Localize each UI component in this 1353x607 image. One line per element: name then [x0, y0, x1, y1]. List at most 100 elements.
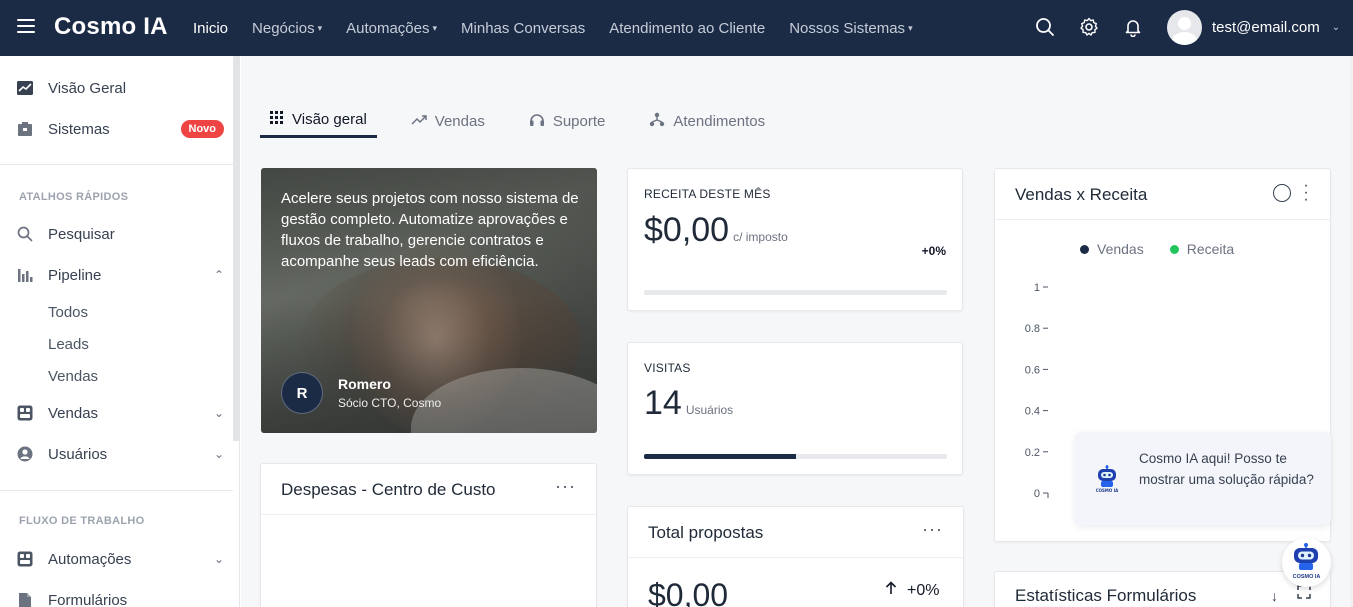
proposals-value: $0,00 [648, 577, 729, 607]
tab-label: Vendas [434, 112, 485, 130]
search-icon[interactable] [1034, 16, 1056, 38]
nav-atendimento[interactable]: Atendimento ao Cliente [609, 20, 765, 37]
nav-nossos-sistemas[interactable]: Nossos Sistemas ▾ [789, 20, 912, 37]
robot-icon: COSMO IA [1095, 465, 1119, 498]
sidebar-item-label: Sistemas [48, 120, 110, 138]
gear-icon[interactable] [1078, 16, 1100, 38]
headset-icon [529, 112, 545, 131]
sidebar-subitem-vendas[interactable]: Vendas [48, 368, 98, 385]
trend-up-icon [411, 113, 427, 130]
chatbot-bubble[interactable]: COSMO IA Cosmo IA aqui! Posso te mostrar… [1075, 432, 1331, 525]
sidebar-subitem-leads[interactable]: Leads [48, 336, 89, 353]
sidebar-item-label: Pesquisar [48, 225, 115, 243]
caret-down-icon: ▾ [317, 22, 323, 33]
sidebar-item-usuarios[interactable]: Usuários ⌄ [16, 445, 224, 463]
tab-visao-geral[interactable]: Visão geral [260, 104, 377, 138]
visits-progress [644, 454, 947, 459]
revenue-card: RECEITA DESTE MÊS $0,00 c/ imposto +0% [627, 168, 963, 311]
nav-negocios[interactable]: Negócios ▾ [252, 20, 322, 37]
tab-atendimentos[interactable]: Atendimentos [639, 104, 775, 138]
box-icon [16, 120, 34, 138]
user-menu[interactable]: test@email.com ⌄ [1167, 10, 1340, 45]
dashboard-icon [16, 404, 34, 422]
grid-icon [270, 110, 284, 129]
visits-label: VISITAS [644, 361, 691, 375]
chevron-down-icon: ⌄ [213, 406, 224, 420]
top-navbar: Cosmo IA Inicio Negócios ▾ Automações ▾ Mi… [0, 0, 1353, 56]
nav-label: Minhas Conversas [461, 19, 586, 37]
sidebar-item-label: Pipeline [48, 266, 102, 284]
nav-automacoes[interactable]: Automações ▾ [346, 20, 437, 37]
bell-icon[interactable] [1122, 16, 1144, 38]
sidebar-item-sistemas[interactable]: Sistemas Novo [16, 120, 224, 138]
brand-logo[interactable]: Cosmo IA [54, 13, 168, 41]
sidebar: Visão Geral Sistemas Novo ATALHOS RÁPIDO… [0, 56, 240, 607]
chatbot-launcher[interactable]: COSMO IA [1282, 538, 1331, 587]
more-options-icon[interactable]: ··· [922, 519, 943, 540]
network-icon [649, 112, 665, 131]
expenses-title: Despesas - Centro de Custo [281, 480, 496, 499]
sidebar-scrollbar[interactable] [233, 56, 240, 441]
sidebar-item-pesquisar[interactable]: Pesquisar [16, 225, 224, 243]
tab-label: Suporte [552, 112, 606, 130]
legend-label: Receita [1186, 241, 1235, 257]
proposals-pct: +0% [907, 581, 940, 599]
sidebar-item-label: Automações [48, 550, 132, 568]
y-tick-label: 0.4 [1025, 406, 1040, 418]
chevron-down-icon: ⌄ [213, 447, 224, 461]
revenue-unit: c/ imposto [733, 230, 788, 244]
legend-item-receita[interactable]: Receita [1169, 241, 1235, 257]
search-icon [16, 225, 34, 243]
divider [995, 219, 1330, 220]
legend-dot [1080, 244, 1089, 254]
legend-dot [1169, 244, 1179, 254]
arrow-down-icon[interactable]: ↓ [1271, 588, 1278, 604]
section-title-workflow: FLUXO DE TRABALHO [19, 515, 145, 527]
avatar: R [281, 372, 323, 414]
testimonial-author: Romero [338, 376, 391, 392]
svg-text:COSMO IA: COSMO IA [1096, 488, 1119, 493]
loading-circle-icon[interactable] [1273, 184, 1291, 202]
y-tick-label: 0.6 [1025, 364, 1040, 376]
kebab-menu-icon[interactable]: · · · [1303, 178, 1309, 208]
caret-down-icon: ▾ [432, 22, 438, 33]
more-options-icon[interactable]: ··· [555, 476, 576, 497]
tab-vendas[interactable]: Vendas [401, 104, 495, 138]
sidebar-item-automacoes[interactable]: Automações ⌄ [16, 550, 224, 568]
dashboard-tabs: Visão geral Vendas Suporte Atendimentos [260, 104, 775, 138]
visits-count: 14 [644, 384, 682, 422]
proposals-change: +0% [885, 581, 939, 600]
testimonial-role: Sócio CTO, Cosmo [338, 396, 442, 410]
chevron-down-icon: ⌄ [213, 552, 224, 566]
sidebar-item-pipeline[interactable]: Pipeline ⌃ [16, 266, 224, 284]
legend-item-vendas[interactable]: Vendas [1080, 241, 1144, 257]
chart-title: Vendas x Receita [1015, 185, 1148, 204]
nav-label: Atendimento ao Cliente [609, 19, 766, 37]
avatar [1167, 10, 1202, 45]
legend-label: Vendas [1097, 241, 1144, 257]
sidebar-item-vendas[interactable]: Vendas ⌄ [16, 404, 224, 422]
tab-suporte[interactable]: Suporte [519, 104, 616, 138]
sidebar-subitem-todos[interactable]: Todos [48, 304, 88, 321]
sidebar-item-formularios[interactable]: Formulários [16, 591, 224, 607]
main-nav: Inicio Negócios ▾ Automações ▾ Minhas Conv… [193, 0, 913, 56]
nav-label: Negócios [252, 19, 315, 37]
divider [628, 557, 963, 558]
fullscreen-icon[interactable] [1297, 585, 1311, 604]
testimonial-text: Acelere seus projetos com nosso sistema … [281, 190, 579, 270]
sidebar-item-label: Vendas [48, 404, 99, 422]
visits-progress-fill [644, 454, 796, 459]
nav-inicio[interactable]: Inicio [193, 20, 228, 37]
menu-icon[interactable] [17, 19, 35, 33]
tab-label: Visão geral [292, 111, 367, 128]
nav-label: Inicio [193, 19, 229, 37]
chart-line-icon [16, 79, 34, 97]
revenue-progress [644, 290, 947, 295]
y-tick-label: 0 [1034, 488, 1040, 500]
nav-minhas-conversas[interactable]: Minhas Conversas [461, 20, 585, 37]
y-tick-label: 0.2 [1025, 447, 1040, 459]
chatbot-message: Cosmo IA aqui! Posso te mostrar uma solu… [1139, 451, 1314, 487]
user-circle-icon [16, 445, 34, 463]
chart-legend: Vendas Receita [1080, 241, 1234, 257]
sidebar-item-visao-geral[interactable]: Visão Geral [16, 79, 224, 97]
